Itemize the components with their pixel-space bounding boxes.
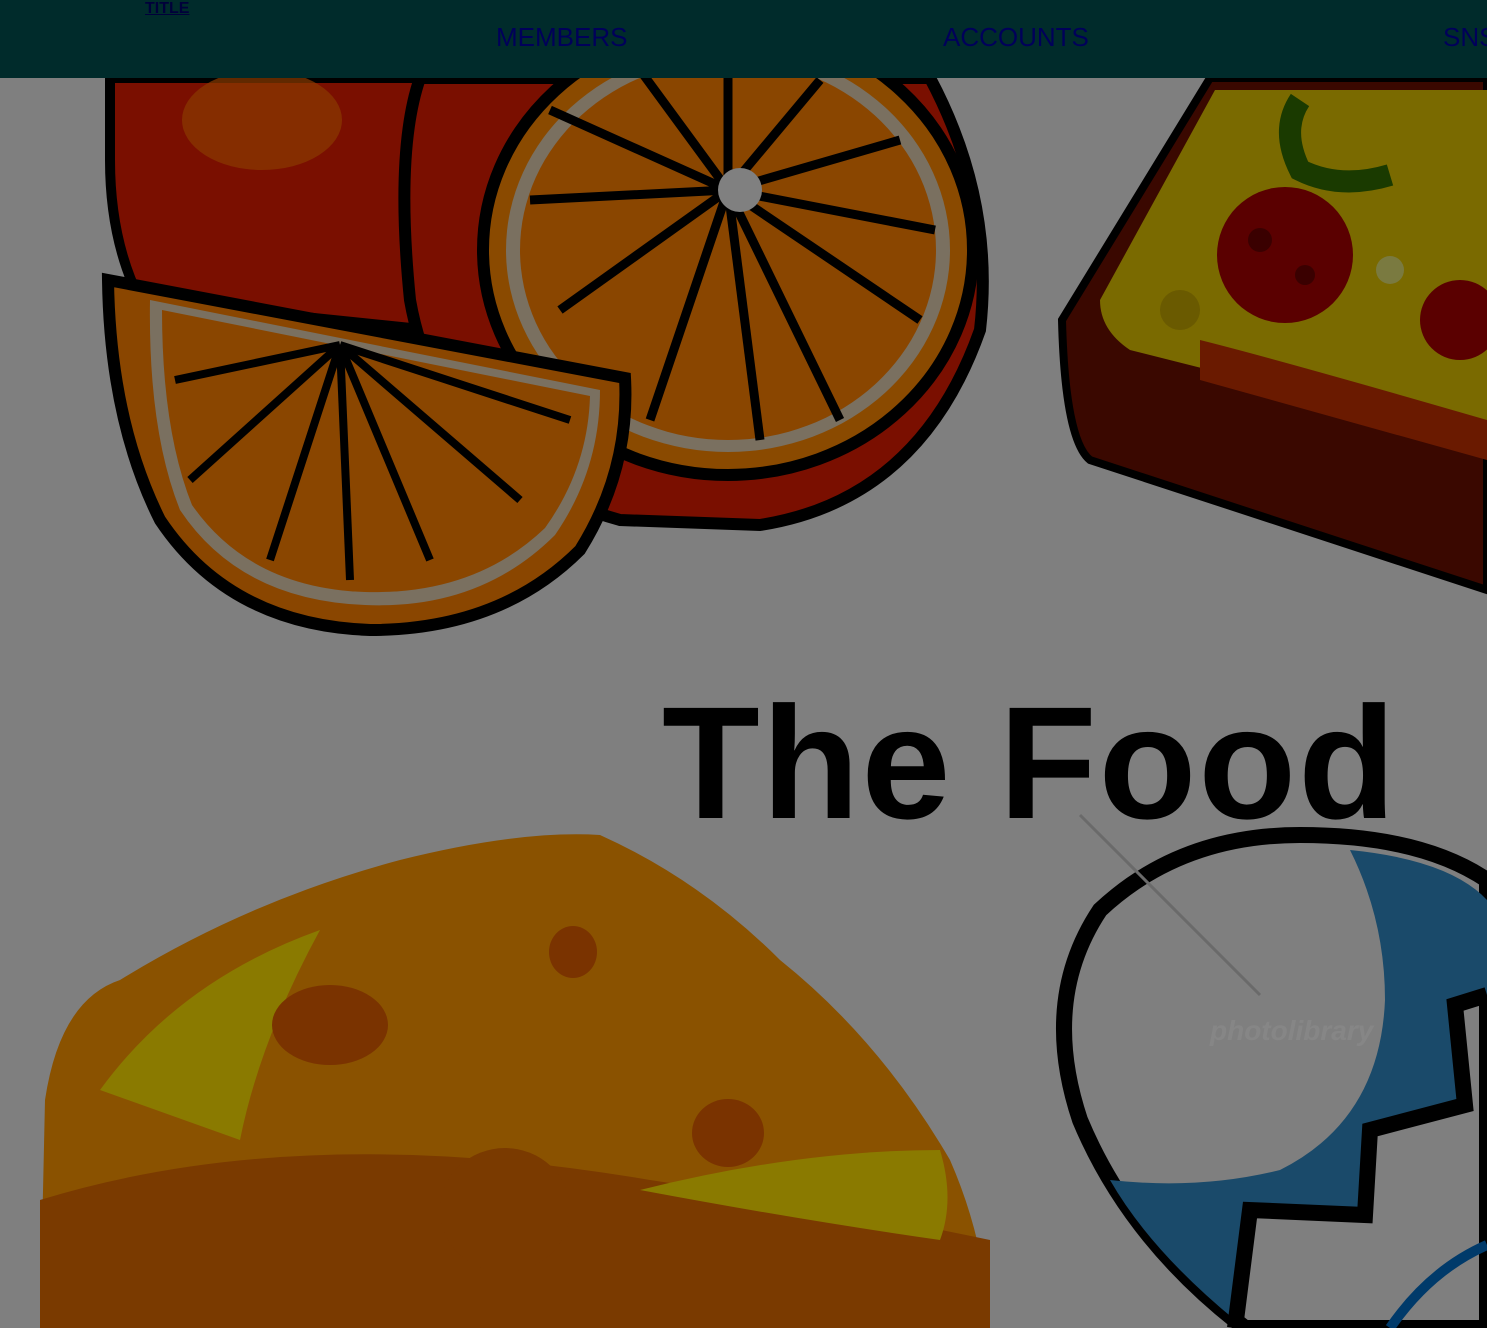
site-title-link[interactable]: TITLE xyxy=(145,0,189,18)
nav-members-link[interactable]: MEMBERS xyxy=(496,22,627,53)
hero-title: The Food xyxy=(662,673,1398,852)
nav-sns-link[interactable]: SNS xyxy=(1443,22,1487,53)
page: photolibrary TITLE MEMBERS ACCOUNTS SNS … xyxy=(0,0,1487,1328)
hero-background-art: photolibrary xyxy=(0,0,1487,1328)
top-nav-bar: TITLE MEMBERS ACCOUNTS SNS xyxy=(0,0,1487,78)
svg-text:photolibrary: photolibrary xyxy=(1209,1015,1375,1046)
nav-accounts-link[interactable]: ACCOUNTS xyxy=(943,22,1089,53)
